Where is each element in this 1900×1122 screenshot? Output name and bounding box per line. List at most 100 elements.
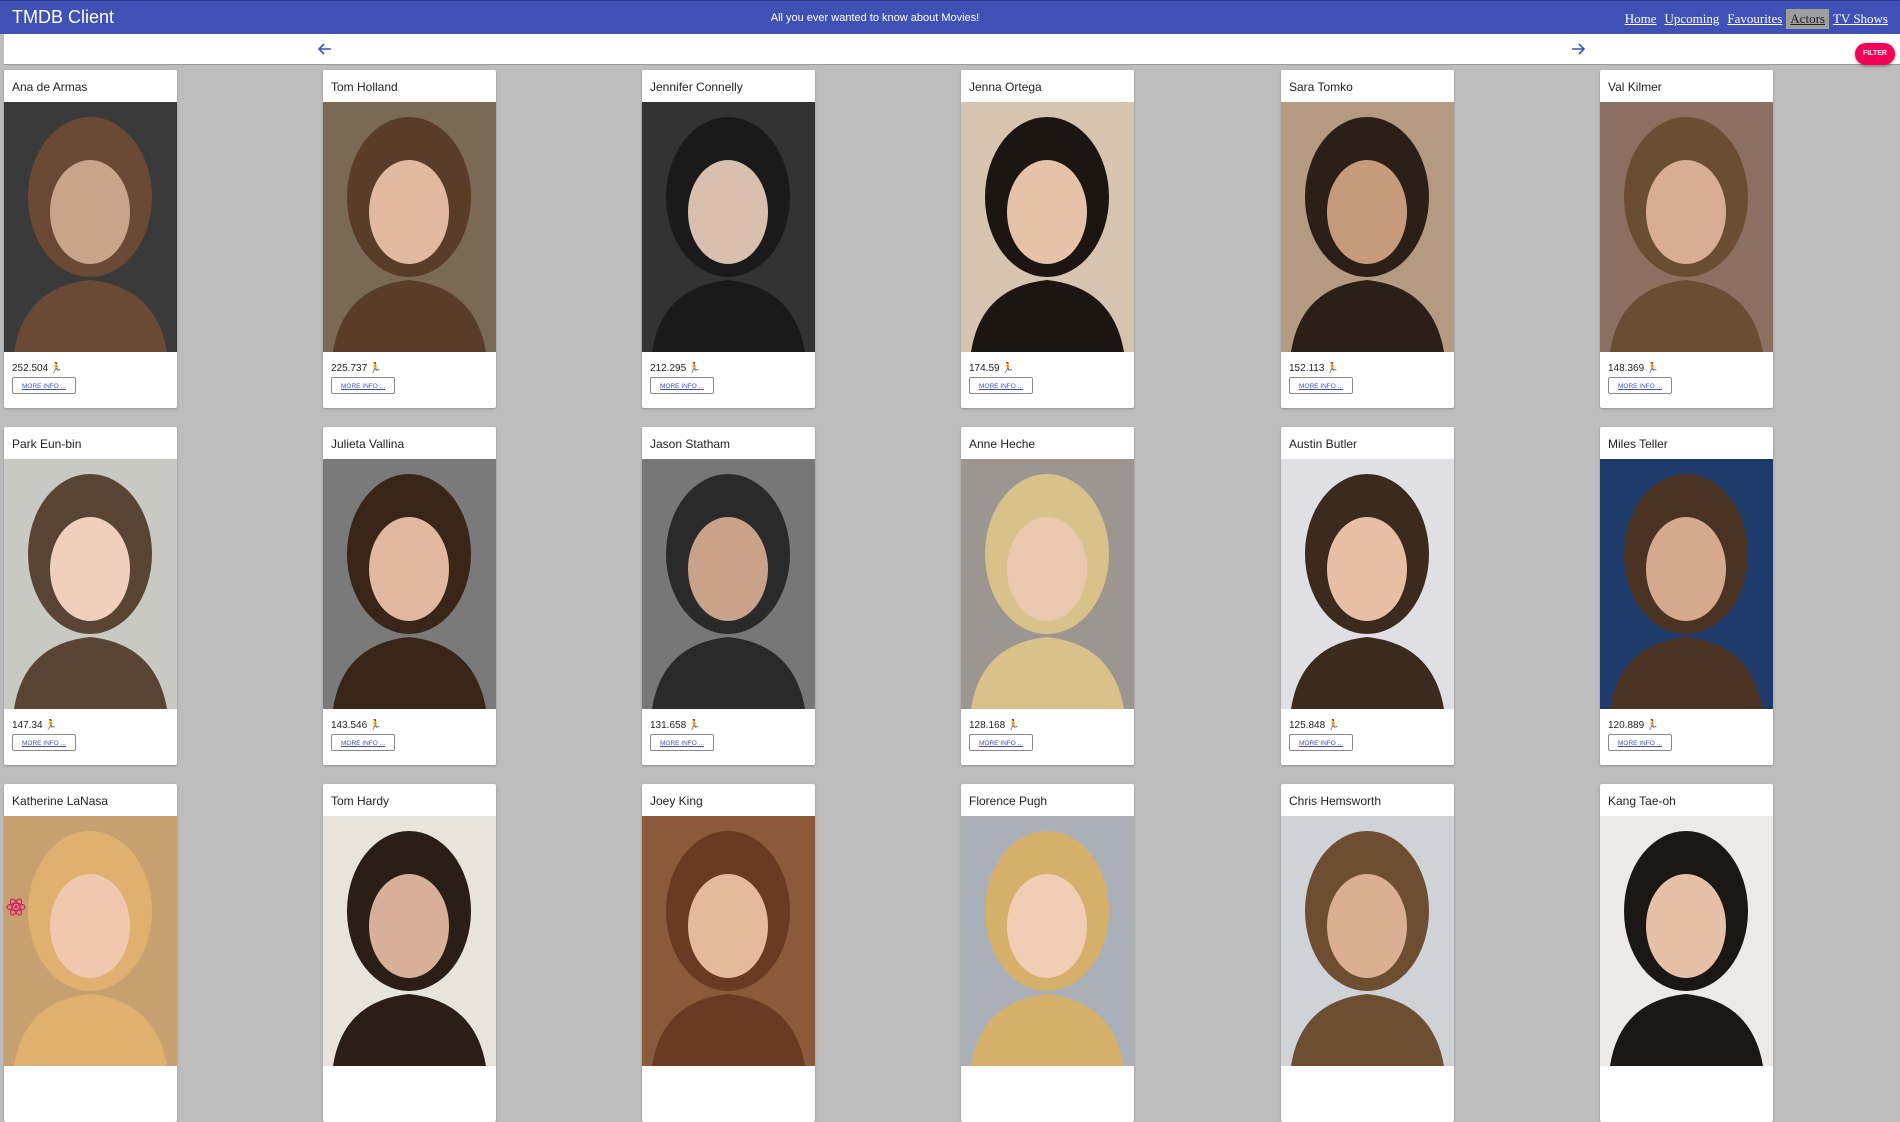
actor-photo <box>1600 816 1773 1066</box>
more-info-button[interactable]: MORE INFO ... <box>331 734 395 751</box>
actor-name: Julieta Vallina <box>331 437 405 451</box>
actor-card[interactable]: Julieta Vallina 143.546 🏃 MORE INFO ... <box>323 427 496 765</box>
actor-photo <box>642 102 815 352</box>
more-info-button[interactable]: MORE INFO ... <box>1289 377 1353 394</box>
popularity-value: 152.113 <box>1289 363 1325 374</box>
actor-card[interactable]: Jason Statham 131.658 🏃 MORE INFO ... <box>642 427 815 765</box>
running-person-icon: 🏃 <box>1327 720 1340 731</box>
nav-home[interactable]: Home <box>1621 9 1661 29</box>
react-logo-icon <box>6 898 26 916</box>
actor-name: Austin Butler <box>1289 437 1358 451</box>
actor-photo <box>323 816 496 1066</box>
actor-photo <box>1600 102 1773 352</box>
nav-upcoming[interactable]: Upcoming <box>1661 9 1724 29</box>
more-info-button[interactable]: MORE INFO ... <box>969 377 1033 394</box>
running-person-icon: 🏃 <box>369 720 382 731</box>
filter-button[interactable]: FILTER <box>1855 43 1895 65</box>
running-person-icon: 🏃 <box>1646 363 1659 374</box>
pagination-bar <box>4 34 1900 65</box>
actor-photo <box>1281 459 1454 709</box>
popularity-value: 252.504 <box>12 363 49 374</box>
actor-card[interactable]: Jenna Ortega 174.59 🏃 MORE INFO ... <box>961 70 1134 408</box>
actor-card[interactable]: Ana de Armas 252.504 🏃 MORE INFO ... <box>4 70 177 408</box>
actor-photo <box>642 816 815 1066</box>
actor-name: Val Kilmer <box>1608 80 1662 94</box>
more-info-button[interactable]: MORE INFO ... <box>650 377 714 394</box>
popularity: 125.848 🏃 <box>1289 720 1340 731</box>
actor-card[interactable]: Florence Pugh <box>961 784 1134 1122</box>
actor-photo <box>1281 816 1454 1066</box>
popularity-value: 125.848 <box>1289 720 1326 731</box>
actor-photo <box>961 459 1134 709</box>
actor-name: Ana de Armas <box>12 80 88 94</box>
popularity: 143.546 🏃 <box>331 720 382 731</box>
actor-name: Florence Pugh <box>969 794 1048 808</box>
popularity-value: 148.369 <box>1608 363 1645 374</box>
popularity-value: 143.546 <box>331 720 368 731</box>
actor-name: Jennifer Connelly <box>650 80 743 94</box>
actor-card[interactable]: Tom Holland 225.737 🏃 MORE INFO ... <box>323 70 496 408</box>
actor-card[interactable]: Miles Teller 120.889 🏃 MORE INFO ... <box>1600 427 1773 765</box>
actor-name: Anne Heche <box>969 437 1036 451</box>
actor-card[interactable]: Austin Butler 125.848 🏃 MORE INFO ... <box>1281 427 1454 765</box>
more-info-button[interactable]: MORE INFO ... <box>12 377 76 394</box>
actor-card[interactable]: Anne Heche 128.168 🏃 MORE INFO ... <box>961 427 1134 765</box>
popularity-value: 174.59 <box>969 363 1000 374</box>
actor-photo <box>4 459 177 709</box>
actor-photo <box>323 102 496 352</box>
nav-tv-shows[interactable]: TV Shows <box>1829 9 1892 29</box>
running-person-icon: 🏃 <box>369 363 382 374</box>
actor-card[interactable]: Joey King <box>642 784 815 1122</box>
actor-name: Jason Statham <box>650 437 731 451</box>
actor-name: Miles Teller <box>1608 437 1668 451</box>
actor-card[interactable]: Katherine LaNasa <box>4 784 177 1122</box>
popularity: 128.168 🏃 <box>969 720 1020 731</box>
running-person-icon: 🏃 <box>1326 363 1339 374</box>
running-person-icon: 🏃 <box>44 720 58 731</box>
more-info-button[interactable]: MORE INFO ... <box>12 734 76 751</box>
actor-name: Sara Tomko <box>1289 80 1353 94</box>
actor-name: Tom Hardy <box>331 794 390 808</box>
more-info-button[interactable]: MORE INFO ... <box>331 377 395 394</box>
more-info-button[interactable]: MORE INFO ... <box>969 734 1033 751</box>
actor-photo <box>961 816 1134 1066</box>
more-info-button[interactable]: MORE INFO ... <box>650 734 714 751</box>
popularity-value: 120.889 <box>1608 720 1645 731</box>
popularity: 225.737 🏃 <box>331 363 382 374</box>
popularity: 131.658 🏃 <box>650 720 701 731</box>
running-person-icon: 🏃 <box>688 720 701 731</box>
more-info-button[interactable]: MORE INFO ... <box>1289 734 1353 751</box>
nav-actors[interactable]: Actors <box>1786 9 1829 29</box>
actor-card[interactable]: Sara Tomko 152.113 🏃 MORE INFO ... <box>1281 70 1454 408</box>
popularity-value: 147.34 <box>12 720 43 731</box>
actor-photo <box>323 459 496 709</box>
actor-name: Kang Tae-oh <box>1608 794 1676 808</box>
popularity: 212.295 🏃 <box>650 363 701 374</box>
actor-name: Tom Holland <box>331 80 398 94</box>
popularity: 152.113 🏃 <box>1289 363 1339 374</box>
actor-card[interactable]: Tom Hardy <box>323 784 496 1122</box>
arrow-left-icon[interactable] <box>317 41 333 57</box>
running-person-icon: 🏃 <box>1007 720 1020 731</box>
nav-favourites[interactable]: Favourites <box>1723 9 1786 29</box>
running-person-icon: 🏃 <box>50 363 63 374</box>
popularity-value: 225.737 <box>331 363 368 374</box>
actor-card[interactable]: Jennifer Connelly 212.295 🏃 MORE INFO ... <box>642 70 815 408</box>
actor-photo <box>4 816 177 1066</box>
actor-name: Jenna Ortega <box>969 80 1042 94</box>
popularity: 120.889 🏃 <box>1608 720 1659 731</box>
actor-card[interactable]: Park Eun-bin 147.34 🏃 MORE INFO ... <box>4 427 177 765</box>
actor-card[interactable]: Kang Tae-oh <box>1600 784 1773 1122</box>
actor-photo <box>1600 459 1773 709</box>
running-person-icon: 🏃 <box>688 363 701 374</box>
actor-photo <box>642 459 815 709</box>
actor-photo <box>961 102 1134 352</box>
more-info-button[interactable]: MORE INFO ... <box>1608 734 1672 751</box>
actor-card[interactable]: Val Kilmer 148.369 🏃 MORE INFO ... <box>1600 70 1773 408</box>
main-nav: Home Upcoming Favourites Actors TV Shows <box>1621 9 1892 29</box>
actor-name: Katherine LaNasa <box>12 794 109 808</box>
more-info-button[interactable]: MORE INFO ... <box>1608 377 1672 394</box>
arrow-right-icon[interactable] <box>1570 41 1586 57</box>
actor-card[interactable]: Chris Hemsworth <box>1281 784 1454 1122</box>
actor-name: Chris Hemsworth <box>1289 794 1382 808</box>
